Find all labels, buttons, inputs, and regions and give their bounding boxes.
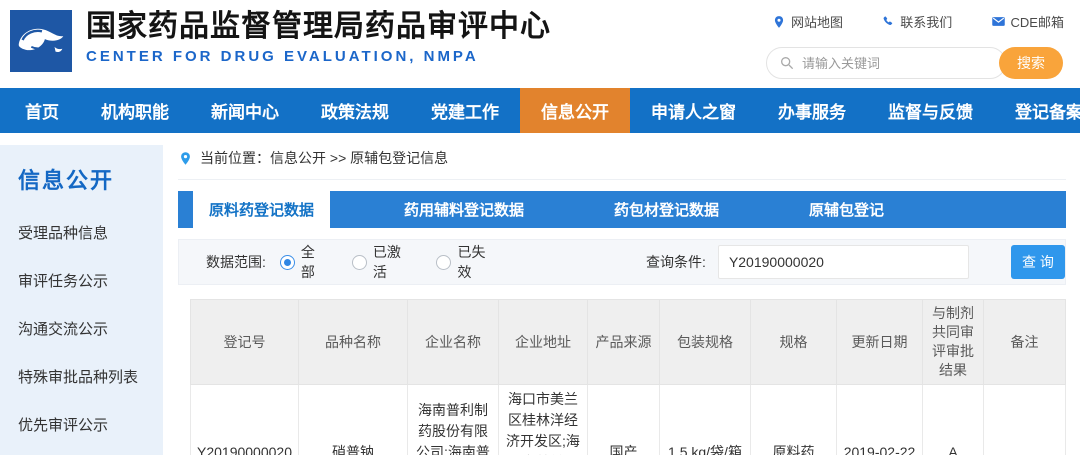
radio-option-1[interactable]: 已激活: [352, 242, 409, 282]
page: 国家药品监督管理局药品审评中心 CENTER FOR DRUG EVALUATI…: [0, 0, 1080, 455]
quick-links: 网站地图 联系我们 CDE邮箱: [766, 8, 1066, 31]
sidebar-title: 信息公开: [18, 163, 163, 195]
location-pin-icon: [178, 151, 193, 166]
table-cell: 海口市美兰区桂林洋经济开发区;海口市美兰区桂林洋经济开发区: [499, 385, 588, 455]
table-cell: 海南普利制药股份有限公司;海南普利制药股份有限公司: [408, 385, 499, 455]
radio-icon: [280, 255, 295, 270]
radio-icon: [352, 255, 367, 270]
content: 当前位置：信息公开 >> 原辅包登记信息 原料药登记数据 药用辅料登记数据 药包材登…: [178, 133, 1080, 455]
query-input[interactable]: [718, 245, 969, 279]
table-header-cell: 登记号: [191, 300, 299, 385]
nav-item-0[interactable]: 首页: [4, 88, 80, 133]
table-row: Y20190000020硝普钠海南普利制药股份有限公司;海南普利制药股份有限公司…: [191, 385, 1066, 455]
body-row: 信息公开 受理品种信息审评任务公示沟通交流公示特殊审批品种列表优先审评公示突破性…: [0, 133, 1080, 455]
sidebar-item-1[interactable]: 审评任务公示: [18, 270, 163, 291]
sidebar-item-4[interactable]: 优先审评公示: [18, 414, 163, 435]
site-header: 国家药品监督管理局药品审评中心 CENTER FOR DRUG EVALUATI…: [0, 0, 1080, 88]
nav-item-5[interactable]: 信息公开: [520, 88, 630, 133]
radio-option-0[interactable]: 全部: [280, 242, 324, 282]
sidebar-items: 受理品种信息审评任务公示沟通交流公示特殊审批品种列表优先审评公示突破性治疗公示: [18, 222, 163, 455]
title-block: 国家药品监督管理局药品审评中心 CENTER FOR DRUG EVALUATI…: [86, 9, 551, 65]
nav-item-6[interactable]: 申请人之窗: [630, 88, 757, 133]
phone-icon: [881, 15, 895, 29]
nav-item-9[interactable]: 登记备案平台: [994, 88, 1080, 133]
tab-0[interactable]: 原料药登记数据: [193, 191, 330, 228]
tabs: 原料药登记数据 药用辅料登记数据 药包材登记数据 原辅包登记: [178, 191, 1066, 228]
search-button[interactable]: 搜索: [999, 47, 1063, 79]
quick-link-1[interactable]: 联系我们: [881, 12, 952, 31]
table-header-cell: 包装规格: [660, 300, 751, 385]
sidebar-item-0[interactable]: 受理品种信息: [18, 222, 163, 243]
nav-item-2[interactable]: 新闻中心: [190, 88, 300, 133]
table-cell: A: [923, 385, 984, 455]
sidebar: 信息公开 受理品种信息审评任务公示沟通交流公示特殊审批品种列表优先审评公示突破性…: [0, 145, 163, 455]
mail-icon: [991, 14, 1006, 29]
nav-item-4[interactable]: 党建工作: [410, 88, 520, 133]
table-cell: 国产: [588, 385, 660, 455]
map-pin-icon: [772, 15, 786, 29]
search-row: 搜索: [766, 47, 1063, 79]
site-title: 国家药品监督管理局药品审评中心: [86, 9, 551, 45]
table-header-cell: 与制剂共同审评审批结果: [923, 300, 984, 385]
site-subtitle: CENTER FOR DRUG EVALUATION, NMPA: [86, 48, 551, 65]
table-cell: [984, 385, 1066, 455]
tab-3[interactable]: 原辅包登记: [793, 191, 900, 228]
table-header-cell: 企业地址: [499, 300, 588, 385]
sidebar-item-3[interactable]: 特殊审批品种列表: [18, 366, 163, 387]
nav-item-3[interactable]: 政策法规: [300, 88, 410, 133]
main-nav: 首页机构职能新闻中心政策法规党建工作信息公开申请人之窗办事服务监督与反馈登记备案…: [0, 88, 1080, 133]
table-body: Y20190000020硝普钠海南普利制药股份有限公司;海南普利制药股份有限公司…: [191, 385, 1066, 455]
table-header-row: 登记号品种名称企业名称企业地址产品来源包装规格规格更新日期与制剂共同审评审批结果…: [191, 300, 1066, 385]
tab-2[interactable]: 药包材登记数据: [598, 191, 735, 228]
breadcrumb: 当前位置：信息公开 >> 原辅包登记信息: [178, 148, 1066, 180]
table-header-cell: 备注: [984, 300, 1066, 385]
header-right: 网站地图 联系我们 CDE邮箱 搜索: [766, 8, 1066, 79]
cde-logo[interactable]: [10, 10, 72, 72]
scope-label: 数据范围:: [206, 252, 266, 272]
registration-table: 登记号品种名称企业名称企业地址产品来源包装规格规格更新日期与制剂共同审评审批结果…: [190, 299, 1066, 455]
table-cell: 2019-02-22: [837, 385, 923, 455]
table-header-cell: 规格: [751, 300, 837, 385]
search-box: [766, 47, 1006, 79]
radio-label: 已失效: [457, 242, 493, 282]
scope-radios: 全部 已激活 已失效: [280, 242, 521, 282]
table-cell: 硝普钠: [299, 385, 408, 455]
tab-1[interactable]: 药用辅料登记数据: [388, 191, 540, 228]
query-label: 查询条件:: [646, 252, 706, 272]
breadcrumb-text: 当前位置：信息公开 >> 原辅包登记信息: [200, 148, 448, 168]
nav-item-8[interactable]: 监督与反馈: [867, 88, 994, 133]
radio-label: 已激活: [373, 242, 409, 282]
table-cell: 1.5 kg/袋/箱: [660, 385, 751, 455]
quick-link-2[interactable]: CDE邮箱: [991, 12, 1064, 31]
table-header-cell: 企业名称: [408, 300, 499, 385]
table-header-cell: 品种名称: [299, 300, 408, 385]
quick-link-label: 联系我们: [900, 12, 952, 31]
table-header-cell: 产品来源: [588, 300, 660, 385]
query-button[interactable]: 查 询: [1011, 245, 1065, 279]
quick-link-label: CDE邮箱: [1011, 12, 1064, 31]
radio-label: 全部: [301, 242, 324, 282]
quick-link-label: 网站地图: [791, 12, 843, 31]
table-cell: 原料药: [751, 385, 837, 455]
nav-item-7[interactable]: 办事服务: [757, 88, 867, 133]
sidebar-item-2[interactable]: 沟通交流公示: [18, 318, 163, 339]
quick-link-0[interactable]: 网站地图: [772, 12, 843, 31]
radio-icon: [436, 255, 451, 270]
cde-logo-icon: [10, 10, 72, 72]
table-header-cell: 更新日期: [837, 300, 923, 385]
search-icon: [779, 55, 795, 71]
table-cell: Y20190000020: [191, 385, 299, 455]
filter-bar: 数据范围: 全部 已激活 已失效 查询条件: 查 询: [178, 239, 1066, 285]
nav-item-1[interactable]: 机构职能: [80, 88, 190, 133]
radio-option-2[interactable]: 已失效: [436, 242, 493, 282]
search-input[interactable]: [802, 56, 952, 71]
